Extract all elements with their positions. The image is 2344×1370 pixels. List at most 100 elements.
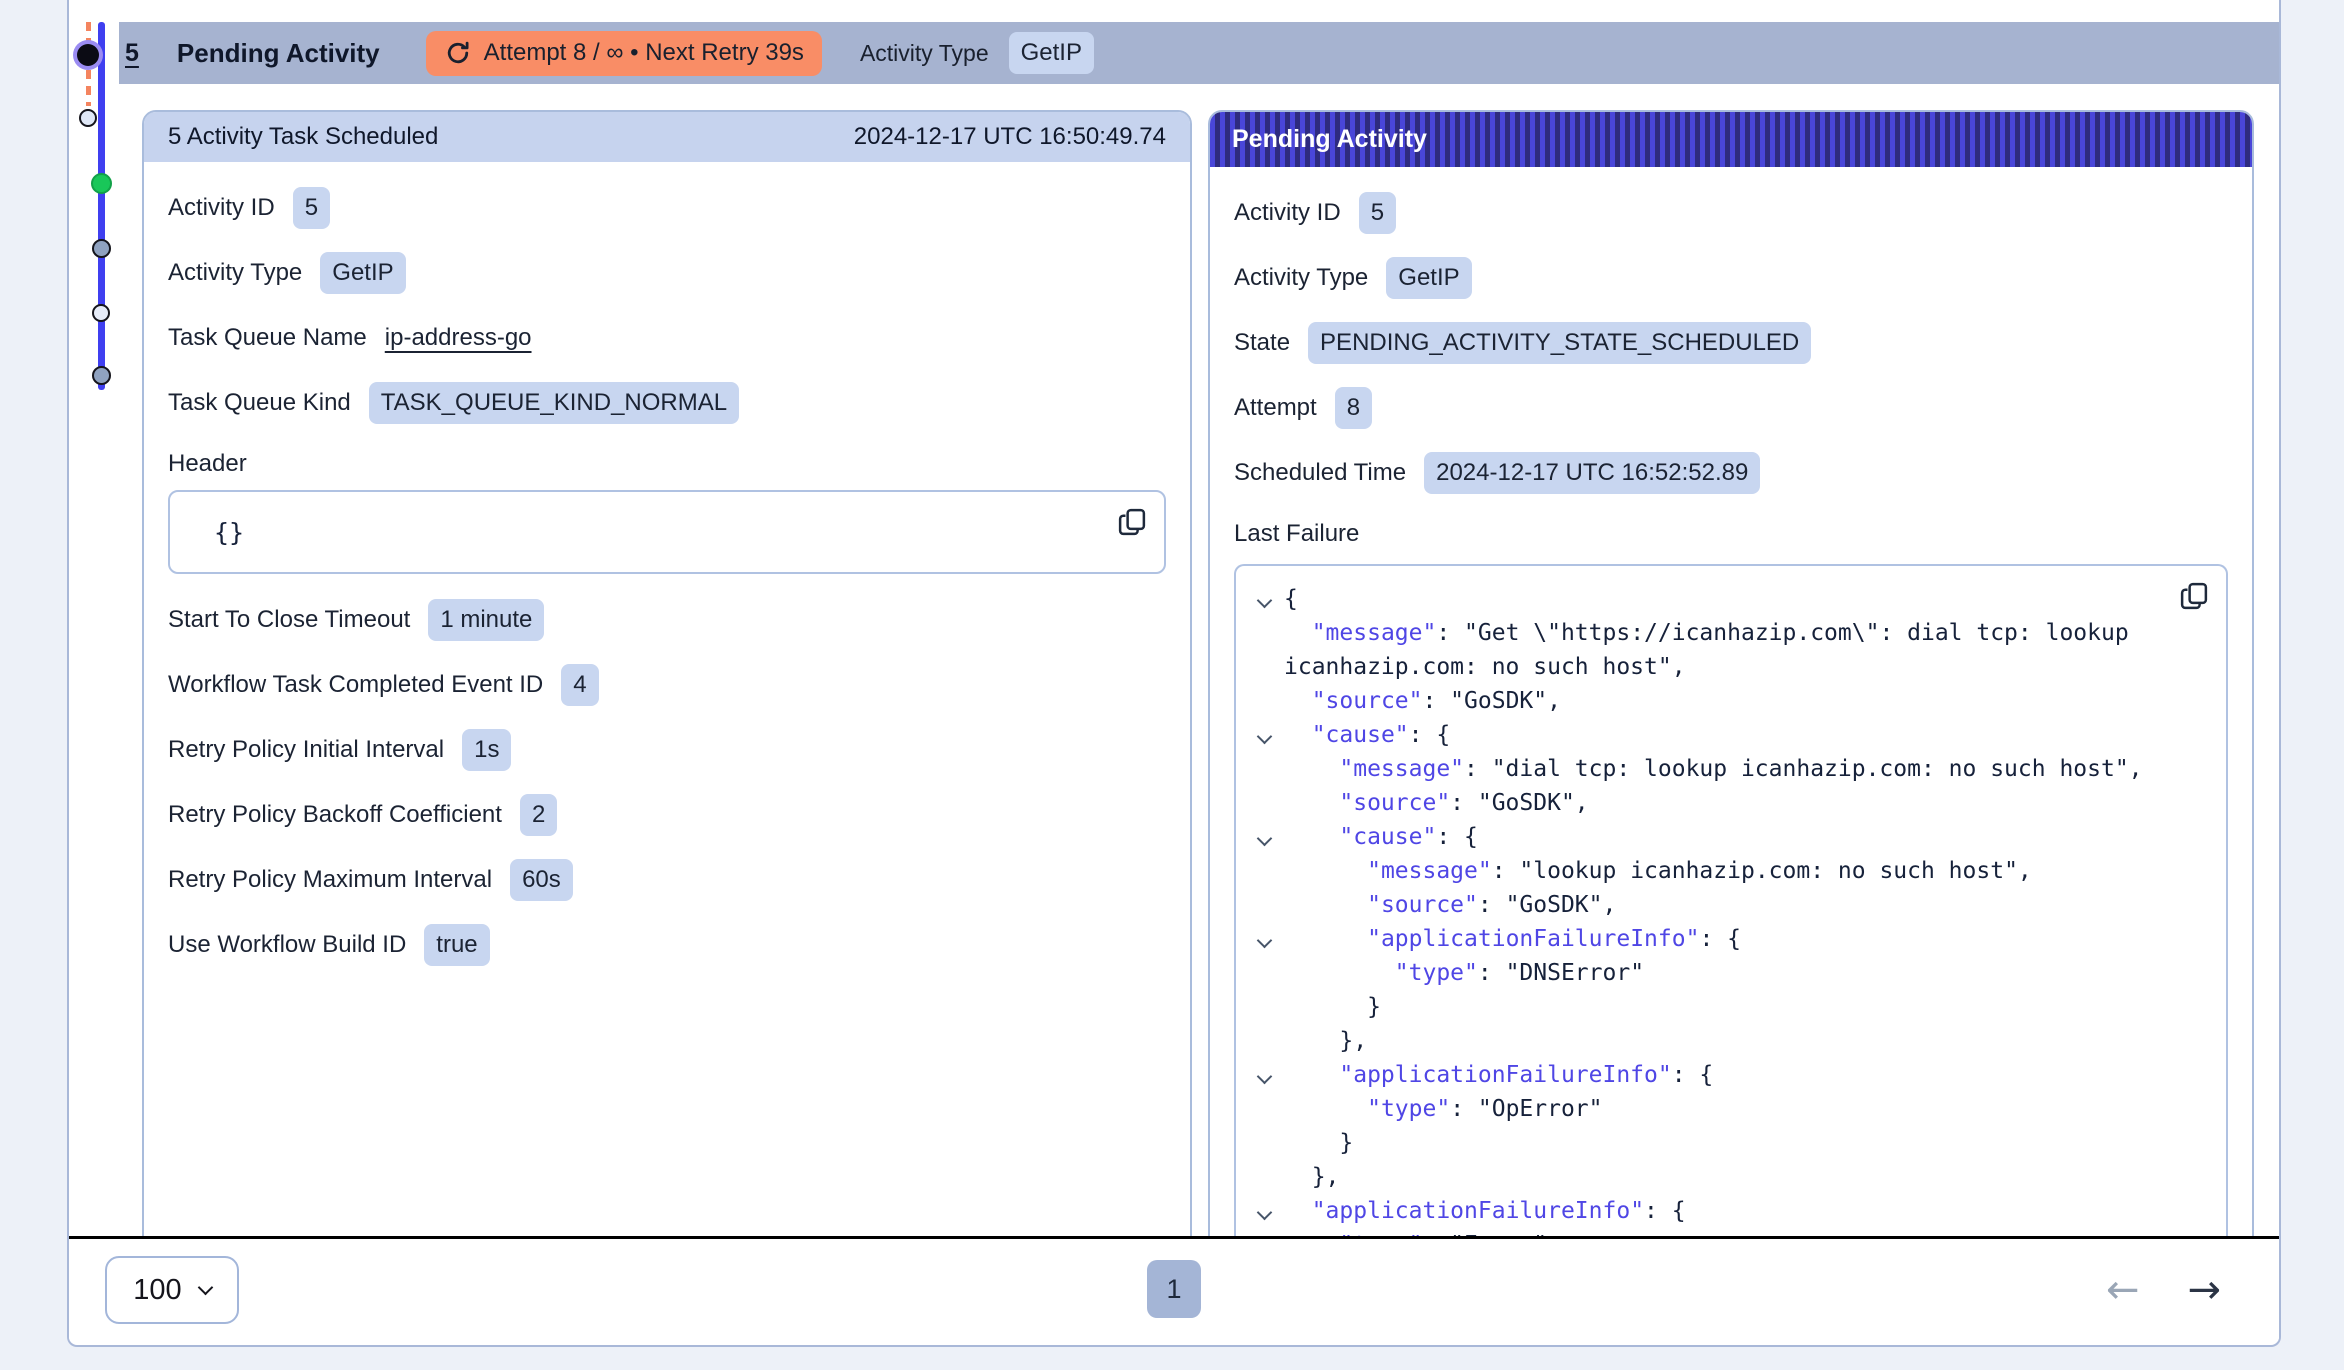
- timeline-event-dot-selected[interactable]: [77, 44, 99, 66]
- event-id-link[interactable]: 5: [125, 39, 139, 68]
- header-payload-value: {}: [214, 518, 244, 547]
- pagination-arrows: ← →: [2106, 1239, 2221, 1341]
- code-line: "source": "GoSDK",: [1244, 888, 2170, 922]
- event-group-header-row: 5 Pending Activity Attempt 8 / ∞ • Next …: [69, 22, 2279, 84]
- timeline-gutter: [69, 84, 119, 1236]
- field-value-badge: 5: [1359, 192, 1396, 233]
- current-page-button[interactable]: 1: [1147, 1260, 1201, 1318]
- pending-activity-card-header: Pending Activity: [1210, 112, 2252, 167]
- collapse-chevron-icon[interactable]: [1256, 933, 1272, 949]
- copy-failure-button[interactable]: [2178, 580, 2210, 614]
- code-gutter: [1244, 820, 1284, 854]
- code-text: "cause": {: [1284, 820, 2170, 854]
- timeline-event-dot-neutral[interactable]: [92, 366, 111, 385]
- code-text: },: [1284, 1160, 2170, 1194]
- page-size-select[interactable]: 100: [105, 1256, 239, 1324]
- timeline-event-dot-open[interactable]: [92, 304, 110, 322]
- pending-activity-band[interactable]: 5 Pending Activity Attempt 8 / ∞ • Next …: [119, 22, 2279, 84]
- field-label: Activity Type: [1234, 264, 1368, 292]
- code-gutter: [1244, 1228, 1284, 1236]
- code-text: "applicationFailureInfo": {: [1284, 1194, 2170, 1228]
- code-gutter: [1244, 616, 1284, 684]
- field-label: Activity ID: [168, 194, 275, 222]
- code-line: "applicationFailureInfo": {: [1244, 922, 2170, 956]
- field-label: Task Queue Kind: [168, 389, 351, 417]
- field-value-badge: 1 minute: [428, 599, 544, 640]
- code-line: }: [1244, 1126, 2170, 1160]
- activity-type-label: Activity Type: [860, 40, 989, 67]
- page-size-value: 100: [133, 1274, 181, 1307]
- code-line: "type": "OpError": [1244, 1092, 2170, 1126]
- collapse-chevron-icon[interactable]: [1256, 1069, 1272, 1085]
- code-gutter: [1244, 752, 1284, 786]
- event-detail-row: 5 Activity Task Scheduled 2024-12-17 UTC…: [69, 84, 2279, 1239]
- field-value-link[interactable]: ip-address-go: [385, 324, 532, 352]
- event-detail-card-header[interactable]: 5 Activity Task Scheduled 2024-12-17 UTC…: [144, 112, 1190, 162]
- next-page-arrow[interactable]: →: [2187, 1270, 2221, 1310]
- copy-header-button[interactable]: [1116, 506, 1148, 540]
- copy-icon: [1117, 506, 1147, 538]
- code-text: "source": "GoSDK",: [1284, 888, 2170, 922]
- timeline-event-dot-success[interactable]: [91, 173, 112, 194]
- field-value-badge: GetIP: [1386, 257, 1471, 298]
- event-detail-title: 5 Activity Task Scheduled: [168, 123, 438, 151]
- code-line: "source": "GoSDK",: [1244, 684, 2170, 718]
- code-text: }: [1284, 1126, 2170, 1160]
- copy-icon: [2179, 580, 2209, 612]
- collapse-chevron-icon[interactable]: [1256, 729, 1272, 745]
- code-text: "source": "GoSDK",: [1284, 684, 2170, 718]
- code-line: "source": "GoSDK",: [1244, 786, 2170, 820]
- code-gutter: [1244, 1126, 1284, 1160]
- field-row: Scheduled Time2024-12-17 UTC 16:52:52.89: [1234, 451, 2228, 495]
- retry-status-badge: Attempt 8 / ∞ • Next Retry 39s: [426, 31, 822, 76]
- last-failure-label: Last Failure: [1234, 520, 2228, 548]
- code-gutter: [1244, 1024, 1284, 1058]
- code-text: "type": "OpError": [1284, 1092, 2170, 1126]
- code-gutter: [1244, 1160, 1284, 1194]
- timeline-event-dot-neutral[interactable]: [92, 239, 111, 258]
- code-text: "message": "lookup icanhazip.com: no suc…: [1284, 854, 2170, 888]
- collapse-chevron-icon[interactable]: [1256, 593, 1272, 609]
- field-label: Task Queue Name: [168, 324, 367, 352]
- pending-activity-title: Pending Activity: [1232, 125, 1427, 154]
- field-row: Activity Type GetIP: [1234, 256, 2228, 300]
- code-gutter: [1244, 1092, 1284, 1126]
- pending-activity-body: Activity ID5 Activity Type GetIP StatePENDI…: [1210, 167, 2252, 1236]
- field-label: Retry Policy Initial Interval: [168, 736, 444, 764]
- activity-type-badge: GetIP: [1009, 32, 1094, 73]
- code-text: "message": "dial tcp: lookup icanhazip.c…: [1284, 752, 2170, 786]
- code-gutter: [1244, 922, 1284, 956]
- header-payload-box: {}: [168, 490, 1166, 574]
- code-line: "type": "Error": [1244, 1228, 2170, 1236]
- last-failure-json-viewer: { "message": "Get \"https://icanhazip.co…: [1234, 564, 2228, 1236]
- field-row: Task Queue Name ip-address-go: [168, 316, 1166, 360]
- event-history-panel: 5 Pending Activity Attempt 8 / ∞ • Next …: [67, 0, 2281, 1347]
- field-label: Activity Type: [168, 259, 302, 287]
- code-text: "type": "DNSError": [1284, 956, 2170, 990]
- event-detail-card: 5 Activity Task Scheduled 2024-12-17 UTC…: [142, 110, 1192, 1236]
- field-label: Retry Policy Backoff Coefficient: [168, 801, 502, 829]
- field-value-badge: 1s: [462, 729, 511, 770]
- chevron-down-icon: [197, 1280, 213, 1296]
- collapse-chevron-icon[interactable]: [1256, 831, 1272, 847]
- code-line: "type": "DNSError": [1244, 956, 2170, 990]
- code-gutter: [1244, 888, 1284, 922]
- field-row: StatePENDING_ACTIVITY_STATE_SCHEDULED: [1234, 321, 2228, 365]
- code-line: "message": "Get \"https://icanhazip.com\…: [1244, 616, 2170, 684]
- timeline-event-dot-open[interactable]: [79, 109, 97, 127]
- field-row: Activity ID5: [1234, 191, 2228, 235]
- previous-page-arrow[interactable]: ←: [2106, 1270, 2140, 1310]
- code-text: "applicationFailureInfo": {: [1284, 1058, 2170, 1092]
- code-line: "cause": {: [1244, 718, 2170, 752]
- header-section-label: Header: [168, 450, 1166, 478]
- field-value-badge: 8: [1335, 387, 1372, 428]
- field-row: Task Queue KindTASK_QUEUE_KIND_NORMAL: [168, 381, 1166, 425]
- code-gutter: [1244, 1058, 1284, 1092]
- code-gutter: [1244, 718, 1284, 752]
- field-label: Attempt: [1234, 394, 1317, 422]
- code-line: "message": "dial tcp: lookup icanhazip.c…: [1244, 752, 2170, 786]
- retry-icon: [444, 39, 472, 67]
- collapse-chevron-icon[interactable]: [1256, 1205, 1272, 1221]
- code-text: "message": "Get \"https://icanhazip.com\…: [1284, 616, 2170, 684]
- field-row: Use Workflow Build IDtrue: [168, 923, 1166, 967]
